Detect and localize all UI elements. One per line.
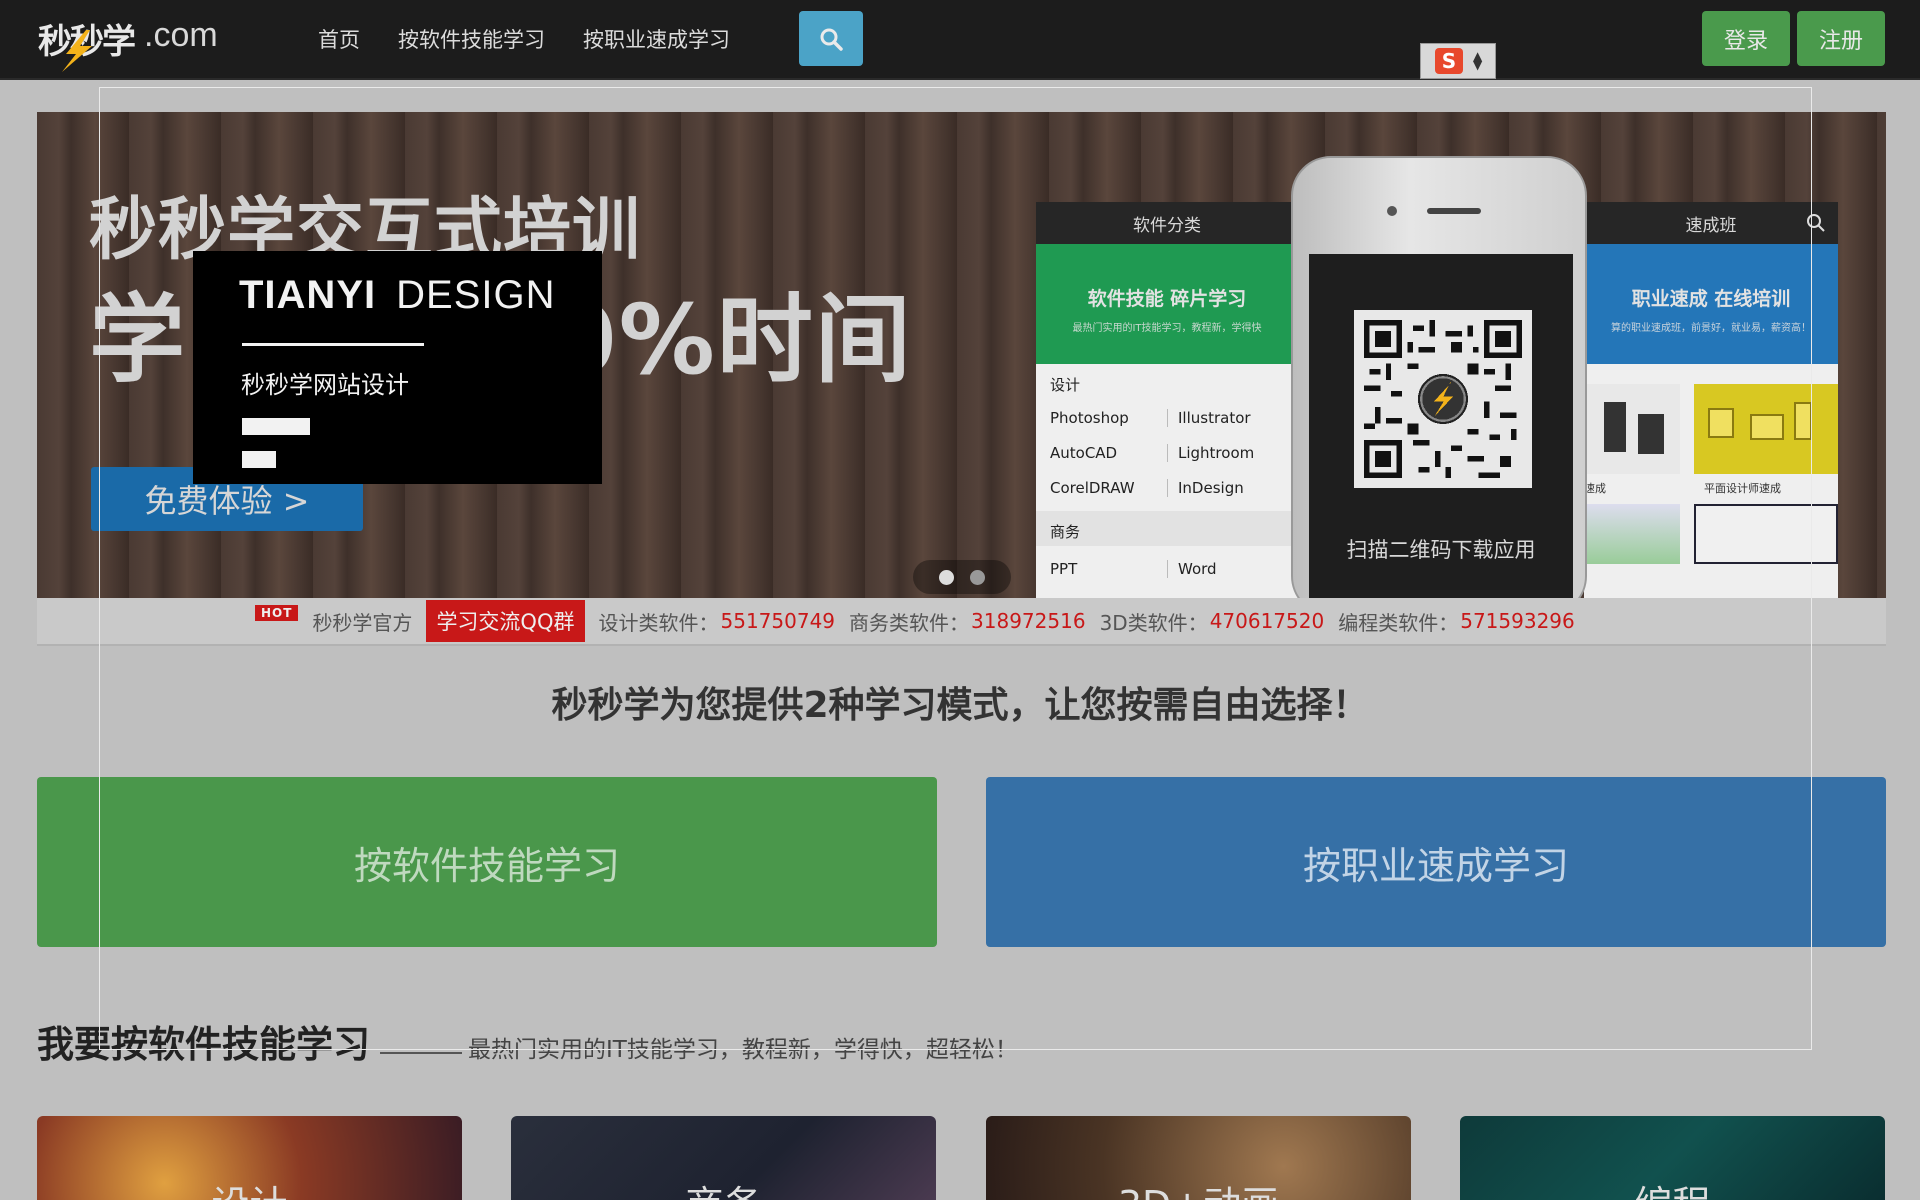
ime-menu-icon[interactable]: ▲ ▼ bbox=[1473, 50, 1482, 71]
tile-subtitle: 算的职业速成班，前景好，就业易，薪资高！ bbox=[1611, 323, 1811, 334]
tile-title: 职业速成 在线培训 bbox=[1631, 288, 1791, 310]
card-label: 设计 bbox=[37, 1174, 462, 1200]
category-label: 设计 bbox=[1050, 376, 1081, 394]
logo-domain: .com bbox=[144, 16, 218, 54]
career-tile: 职业速成 在线培训 算的职业速成班，前景好，就业易，薪资高！ bbox=[1584, 244, 1838, 364]
decorative-bar bbox=[242, 418, 310, 435]
section-description: 最热门实用的IT技能学习，教程新，学得快，超轻松！ bbox=[468, 1037, 1018, 1063]
search-button[interactable] bbox=[799, 11, 863, 66]
design-subtitle: 秒秒学网站设计 bbox=[241, 371, 409, 399]
official-label: 秒秒学官方 bbox=[312, 610, 413, 635]
card-label: 3D+动画 bbox=[986, 1174, 1411, 1200]
learning-modes-tagline: 秒秒学为您提供2种学习模式，让您按需自由选择！ bbox=[551, 685, 1369, 726]
app-screen-software: 软件分类 软件技能 碎片学习 最热门实用的IT技能学习，教程新，学得快 设计 P… bbox=[1036, 202, 1298, 598]
qq-group-label: 编程类软件： bbox=[1338, 610, 1459, 635]
qr-code[interactable] bbox=[1354, 310, 1532, 488]
lightning-icon bbox=[62, 30, 92, 72]
qq-group-strip: HOT 秒秒学官方 学习交流QQ群 设计类软件： 551750749 商务类软件… bbox=[37, 598, 1886, 646]
hot-badge: HOT bbox=[255, 605, 299, 621]
app-screen-career: 速成班 职业速成 在线培训 算的职业速成班，前景好，就业易，薪资高！ 速成 平面… bbox=[1584, 202, 1838, 598]
phone-speaker bbox=[1427, 208, 1481, 214]
nav-software-skills[interactable]: 按软件技能学习 bbox=[398, 24, 545, 54]
carousel-dots bbox=[913, 560, 1011, 594]
thumbnail-design bbox=[1694, 384, 1838, 474]
list-item: Photoshop bbox=[1050, 409, 1129, 427]
card-label: 编程 bbox=[1460, 1174, 1885, 1200]
list-item: PPT bbox=[1050, 560, 1078, 578]
nav-home[interactable]: 首页 bbox=[318, 24, 360, 54]
card-label: 商务 bbox=[511, 1174, 936, 1200]
list-item: Lightroom bbox=[1167, 444, 1284, 462]
qq-group-number[interactable]: 571593296 bbox=[1460, 609, 1575, 633]
software-tile: 软件技能 碎片学习 最热门实用的IT技能学习，教程新，学得快 bbox=[1036, 244, 1298, 364]
course-card-programming[interactable]: 编程 bbox=[1460, 1116, 1885, 1200]
search-icon bbox=[820, 28, 843, 51]
course-card-design[interactable]: 设计 bbox=[37, 1116, 462, 1200]
qq-group-badge[interactable]: 学习交流QQ群 bbox=[426, 600, 585, 642]
qr-code-icon bbox=[1364, 320, 1522, 478]
software-skills-mode-button[interactable]: 按软件技能学习 bbox=[37, 777, 937, 947]
qq-group-number[interactable]: 551750749 bbox=[721, 609, 836, 633]
app-bar-label: 速成班 bbox=[1685, 215, 1737, 236]
design-brand-light: DESIGN bbox=[396, 273, 556, 317]
decorative-bar bbox=[242, 451, 276, 468]
ime-toolbar[interactable]: S ▲ ▼ bbox=[1420, 43, 1496, 79]
app-bar-title: 速成班 bbox=[1584, 202, 1838, 244]
top-navbar: 秒秒学 .com 首页 按软件技能学习 按职业速成学习 S ▲ ▼ 登录 注册 bbox=[0, 0, 1920, 80]
scan-download-text: 扫描二维码下载应用 bbox=[1346, 538, 1536, 562]
list-item: CorelDRAW bbox=[1050, 479, 1135, 497]
site-logo[interactable]: 秒秒学 .com bbox=[36, 8, 236, 72]
main-nav: 首页 按软件技能学习 按职业速成学习 bbox=[318, 24, 730, 54]
app-bar-title: 软件分类 bbox=[1036, 202, 1298, 244]
course-card-3d-animation[interactable]: 3D+动画 bbox=[986, 1116, 1411, 1200]
course-card-business[interactable]: 商务 bbox=[511, 1116, 936, 1200]
design-credit-card: TIANYI DESIGN 秒秒学网站设计 bbox=[193, 251, 602, 484]
qq-group-number[interactable]: 318972516 bbox=[971, 609, 1086, 633]
login-button[interactable]: 登录 bbox=[1702, 11, 1790, 66]
list-item: InDesign bbox=[1167, 479, 1284, 497]
qq-group-label: 设计类软件： bbox=[598, 610, 719, 635]
thumbnail-sketch bbox=[1694, 504, 1838, 564]
register-button[interactable]: 注册 bbox=[1797, 11, 1885, 66]
nav-career-fast-track[interactable]: 按职业速成学习 bbox=[583, 24, 730, 54]
list-item: Word bbox=[1167, 560, 1284, 578]
software-list: Photoshop Illustrator AutoCAD Lightroom … bbox=[1036, 409, 1298, 497]
section-title: 我要按软件技能学习 bbox=[37, 1023, 370, 1066]
career-mode-button[interactable]: 按职业速成学习 bbox=[986, 777, 1886, 947]
design-brand: TIANYI DESIGN bbox=[239, 273, 555, 318]
qq-group-label: 3D类软件： bbox=[1099, 610, 1208, 635]
search-icon bbox=[1807, 214, 1825, 232]
phone-camera bbox=[1387, 206, 1397, 216]
list-item: Illustrator bbox=[1167, 409, 1284, 427]
sogou-ime-icon: S bbox=[1435, 48, 1463, 74]
qq-group-number[interactable]: 470617520 bbox=[1210, 609, 1325, 633]
course-thumbnails: 速成 平面设计师速成 bbox=[1584, 364, 1838, 598]
carousel-dot-1[interactable] bbox=[939, 569, 954, 585]
section-header: 我要按软件技能学习 最热门实用的IT技能学习，教程新，学得快，超轻松！ bbox=[37, 1014, 1018, 1068]
tile-subtitle: 最热门实用的IT技能学习，教程新，学得快 bbox=[1072, 323, 1262, 334]
qq-group-label: 商务类软件： bbox=[849, 610, 970, 635]
thumb-label: 平面设计师速成 bbox=[1704, 482, 1781, 495]
list-item: AutoCAD bbox=[1050, 444, 1118, 462]
phone-mockup: 扫描二维码下载应用 bbox=[1291, 156, 1587, 598]
phone-screen: 扫描二维码下载应用 bbox=[1309, 254, 1573, 598]
thumb-label: 速成 bbox=[1584, 482, 1606, 495]
tile-title: 软件技能 碎片学习 bbox=[1087, 288, 1247, 310]
thumbnail-anime bbox=[1584, 504, 1680, 564]
category-label: 商务 bbox=[1036, 511, 1298, 546]
carousel-dot-2[interactable] bbox=[970, 569, 985, 585]
thumbnail-devices bbox=[1584, 384, 1680, 474]
section-dash bbox=[380, 1051, 462, 1054]
software-list: PPT Word bbox=[1036, 560, 1298, 578]
divider bbox=[242, 343, 424, 346]
design-brand-bold: TIANYI bbox=[239, 273, 377, 317]
